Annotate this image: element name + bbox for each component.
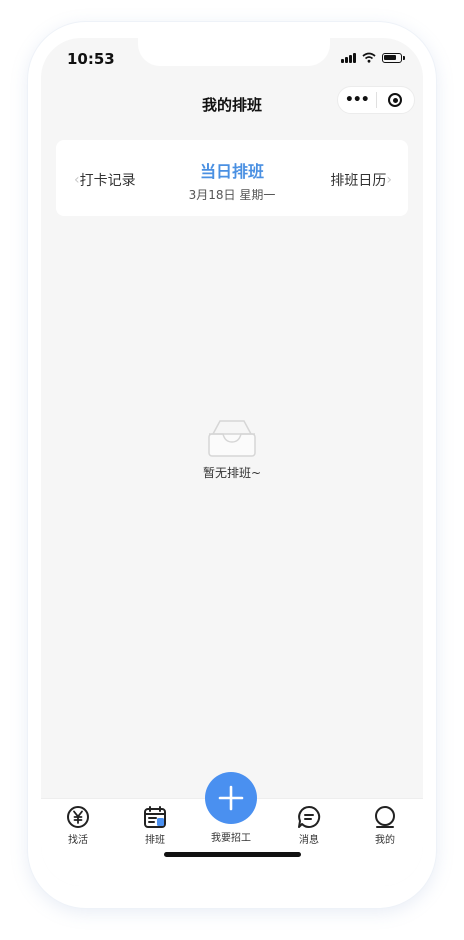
miniprogram-capsule: ••• — [337, 86, 415, 114]
schedule-calendar-link[interactable]: 排班日历 › — [330, 170, 392, 190]
tab-find-work[interactable]: 找活 — [48, 805, 108, 846]
chat-icon — [298, 805, 321, 828]
chevron-right-icon: › — [386, 172, 392, 188]
close-miniprogram-button[interactable] — [377, 93, 415, 107]
plus-icon — [218, 785, 244, 811]
schedule-calendar-label: 排班日历 — [330, 173, 387, 189]
empty-state: 暂无排班~ — [41, 418, 423, 481]
tab-label-schedule: 排班 — [145, 835, 165, 846]
tab-label-find-work: 找活 — [68, 835, 88, 846]
empty-inbox-icon — [208, 420, 256, 457]
calendar-icon — [144, 806, 166, 828]
home-indicator — [164, 852, 301, 857]
target-icon — [388, 93, 403, 107]
schedule-header-card: ‹ 打卡记录 当日排班 3月18日 星期一 排班日历 › — [56, 140, 408, 216]
more-icon[interactable]: ••• — [338, 92, 376, 108]
status-time: 10:53 — [67, 50, 115, 68]
battery-icon — [382, 52, 402, 63]
tab-label-profile: 我的 — [375, 835, 395, 846]
app-screen: 10:53 我的 排班 ••• ‹ 打卡记录 当日排班 3月18日 星期一 排班日… — [41, 38, 423, 886]
tab-messages[interactable]: 消息 — [279, 805, 339, 846]
tab-profile[interactable]: 我的 — [355, 805, 415, 846]
wifi-icon — [362, 52, 376, 63]
status-icons — [341, 52, 405, 63]
yen-icon — [67, 806, 89, 828]
signal-icon — [341, 52, 356, 63]
tab-label-messages: 消息 — [299, 835, 319, 846]
post-job-label: 我要招工 — [211, 833, 251, 844]
tab-schedule[interactable]: 排班 — [125, 805, 185, 846]
post-job-button[interactable] — [205, 772, 257, 824]
person-icon — [375, 806, 395, 828]
device-notch — [138, 38, 330, 66]
empty-state-text: 暂无排班~ — [202, 466, 262, 480]
battery-tip — [403, 55, 405, 60]
